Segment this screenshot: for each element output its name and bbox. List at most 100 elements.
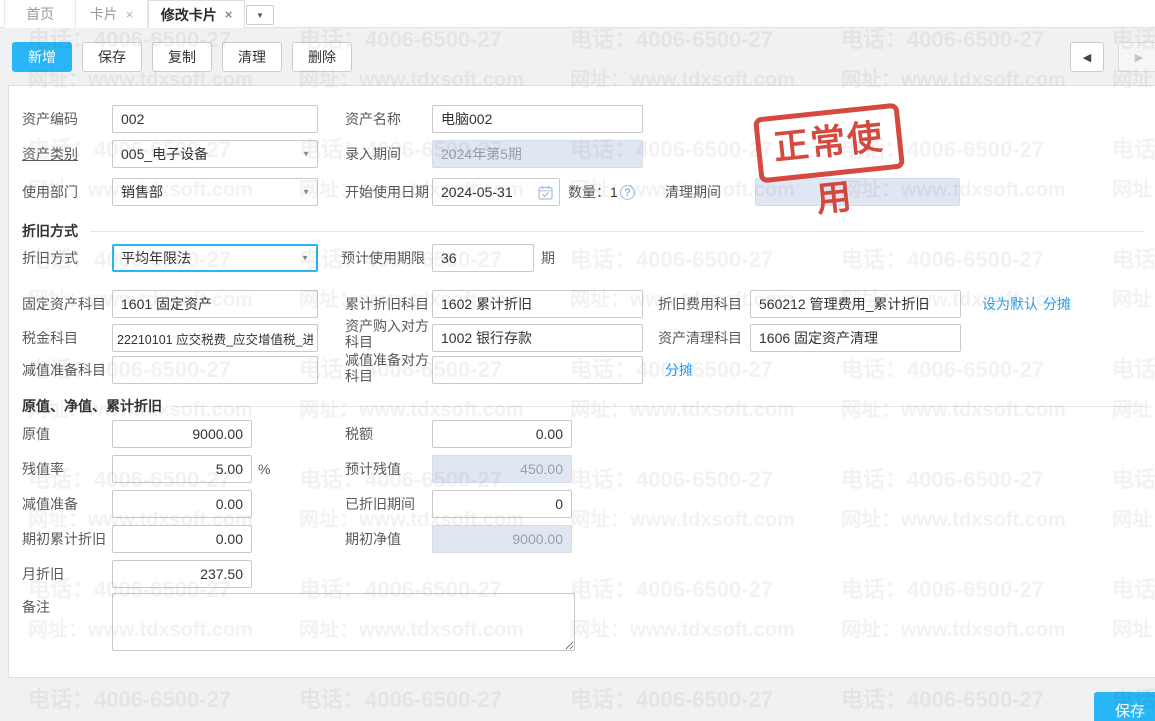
- clean-button[interactable]: 清理: [222, 42, 282, 72]
- impair-counter-account-input[interactable]: [432, 356, 643, 384]
- section-divider: [90, 231, 1145, 232]
- depreciated-periods-label: 已折旧期间: [345, 490, 415, 518]
- residual-rate-input[interactable]: [112, 455, 252, 483]
- department-select[interactable]: 销售部 ▼: [112, 178, 318, 206]
- depr-method-label: 折旧方式: [22, 244, 78, 272]
- expected-life-unit: 期: [541, 244, 555, 272]
- opening-accum-depr-input[interactable]: [112, 525, 252, 553]
- expected-residual-input: [432, 455, 572, 483]
- expected-life-input[interactable]: [432, 244, 534, 272]
- remark-textarea[interactable]: [112, 593, 575, 651]
- remark-label: 备注: [22, 593, 50, 621]
- impair-reserve-label: 减值准备: [22, 490, 78, 518]
- prev-record-button[interactable]: ◀: [1070, 42, 1104, 72]
- purchase-counter-account-label: 资产购入对方科目: [345, 318, 433, 350]
- impair-account-input[interactable]: [112, 356, 318, 384]
- close-icon[interactable]: ×: [126, 7, 134, 22]
- expected-life-label: 预计使用期限: [341, 244, 425, 272]
- footer-save-button[interactable]: 保存: [1094, 692, 1155, 721]
- quantity-field: 数量： 1 ?: [568, 178, 635, 206]
- monthly-depr-input[interactable]: [112, 560, 252, 588]
- start-date-value: 2024-05-31: [441, 184, 513, 200]
- fixed-asset-account-label: 固定资产科目: [22, 290, 106, 318]
- allocate-link[interactable]: 分摊: [1043, 290, 1071, 318]
- original-value-label: 原值: [22, 420, 50, 448]
- section-divider: [174, 406, 1145, 407]
- asset-category-label[interactable]: 资产类别: [22, 140, 78, 168]
- impair-allocate-link[interactable]: 分摊: [665, 356, 693, 384]
- depr-method-value: 平均年限法: [121, 248, 191, 268]
- tab-bar: 首页 卡片 × 修改卡片 × ▼: [0, 0, 1155, 28]
- app-window: 首页 卡片 × 修改卡片 × ▼ 新增 保存 复制 清理 删除 ◀ ▶ 正常使用…: [0, 0, 1155, 721]
- watermark-tile: 电话：4006-6500-27网址：www.tdxsoft.com: [570, 682, 795, 721]
- tab-home[interactable]: 首页: [4, 0, 76, 28]
- copy-button[interactable]: 复制: [152, 42, 212, 72]
- asset-name-label: 资产名称: [345, 105, 401, 133]
- start-date-input[interactable]: 2024-05-31: [432, 178, 560, 206]
- chevron-down-icon: ▼: [302, 150, 310, 159]
- cleanup-period-label: 清理期间: [665, 178, 721, 206]
- tab-edit-card[interactable]: 修改卡片 ×: [148, 0, 245, 28]
- watermark-tile: 电话：4006-6500-27网址：www.tdxsoft.com: [841, 682, 1066, 721]
- purchase-counter-account-input[interactable]: [432, 324, 643, 352]
- next-record-button[interactable]: ▶: [1118, 42, 1155, 72]
- monthly-depr-label: 月折旧: [22, 560, 64, 588]
- depr-method-select[interactable]: 平均年限法 ▼: [112, 244, 318, 272]
- set-default-link[interactable]: 设为默认: [982, 290, 1038, 318]
- cleanup-account-label: 资产清理科目: [658, 324, 742, 352]
- depreciation-section-title: 折旧方式: [22, 221, 78, 241]
- cleanup-period-input: [755, 178, 960, 206]
- tab-home-label: 首页: [26, 4, 54, 24]
- chevron-down-icon: ▼: [301, 254, 309, 263]
- watermark-tile: 电话：4006-6500-27网址：www.tdxsoft.com: [841, 22, 1066, 92]
- depreciated-periods-input[interactable]: [432, 490, 572, 518]
- tax-amount-input[interactable]: [432, 420, 572, 448]
- department-value: 销售部: [121, 182, 163, 202]
- asset-category-select[interactable]: 005_电子设备 ▼: [112, 140, 318, 168]
- calendar-icon[interactable]: [538, 185, 553, 200]
- tab-card-label: 卡片: [90, 4, 118, 24]
- tab-edit-card-label: 修改卡片: [161, 5, 217, 25]
- help-icon[interactable]: ?: [620, 185, 635, 200]
- impair-reserve-input[interactable]: [112, 490, 252, 518]
- original-value-input[interactable]: [112, 420, 252, 448]
- tax-amount-label: 税额: [345, 420, 373, 448]
- opening-net-label: 期初净值: [345, 525, 401, 553]
- save-button[interactable]: 保存: [82, 42, 142, 72]
- opening-net-input: [432, 525, 572, 553]
- opening-accum-depr-label: 期初累计折旧: [22, 525, 106, 553]
- watermark-tile: 电话：4006-6500-27网址：www.tdxsoft.com: [299, 682, 524, 721]
- delete-button[interactable]: 删除: [292, 42, 352, 72]
- watermark-tile: 电话：4006-6500-27网址：www.tdxsoft.com: [570, 22, 795, 92]
- new-button[interactable]: 新增: [12, 42, 72, 72]
- tab-menu-button[interactable]: ▼: [246, 5, 274, 25]
- tax-account-input[interactable]: [112, 324, 318, 352]
- department-label: 使用部门: [22, 178, 78, 206]
- impair-counter-account-label: 减值准备对方科目: [345, 352, 433, 384]
- arrow-right-icon: ▶: [1135, 52, 1143, 64]
- arrow-left-icon: ◀: [1083, 52, 1091, 64]
- depreciation-section-header: 折旧方式: [22, 221, 1145, 241]
- depr-expense-account-input[interactable]: [750, 290, 961, 318]
- values-section-title: 原值、净值、累计折旧: [22, 396, 162, 416]
- start-date-label: 开始使用日期: [345, 178, 429, 206]
- depr-expense-account-label: 折旧费用科目: [658, 290, 742, 318]
- asset-category-value: 005_电子设备: [121, 144, 208, 164]
- close-icon[interactable]: ×: [225, 7, 233, 22]
- asset-code-input[interactable]: [112, 105, 318, 133]
- accum-depr-account-input[interactable]: [432, 290, 643, 318]
- watermark-tile: 电话：4006-6500-27网址：www.tdxsoft.com: [28, 682, 253, 721]
- residual-rate-unit: %: [258, 455, 270, 483]
- asset-name-input[interactable]: [432, 105, 643, 133]
- quantity-label: 数量：: [568, 178, 610, 206]
- expected-residual-label: 预计残值: [345, 455, 401, 483]
- asset-code-label: 资产编码: [22, 105, 78, 133]
- entry-period-label: 录入期间: [345, 140, 401, 168]
- tab-card[interactable]: 卡片 ×: [76, 0, 148, 28]
- chevron-down-icon: ▼: [302, 188, 310, 197]
- cleanup-account-input[interactable]: [750, 324, 961, 352]
- accum-depr-account-label: 累计折旧科目: [345, 290, 429, 318]
- chevron-down-icon: ▼: [256, 11, 264, 20]
- fixed-asset-account-input[interactable]: [112, 290, 318, 318]
- values-section-header: 原值、净值、累计折旧: [22, 396, 1145, 416]
